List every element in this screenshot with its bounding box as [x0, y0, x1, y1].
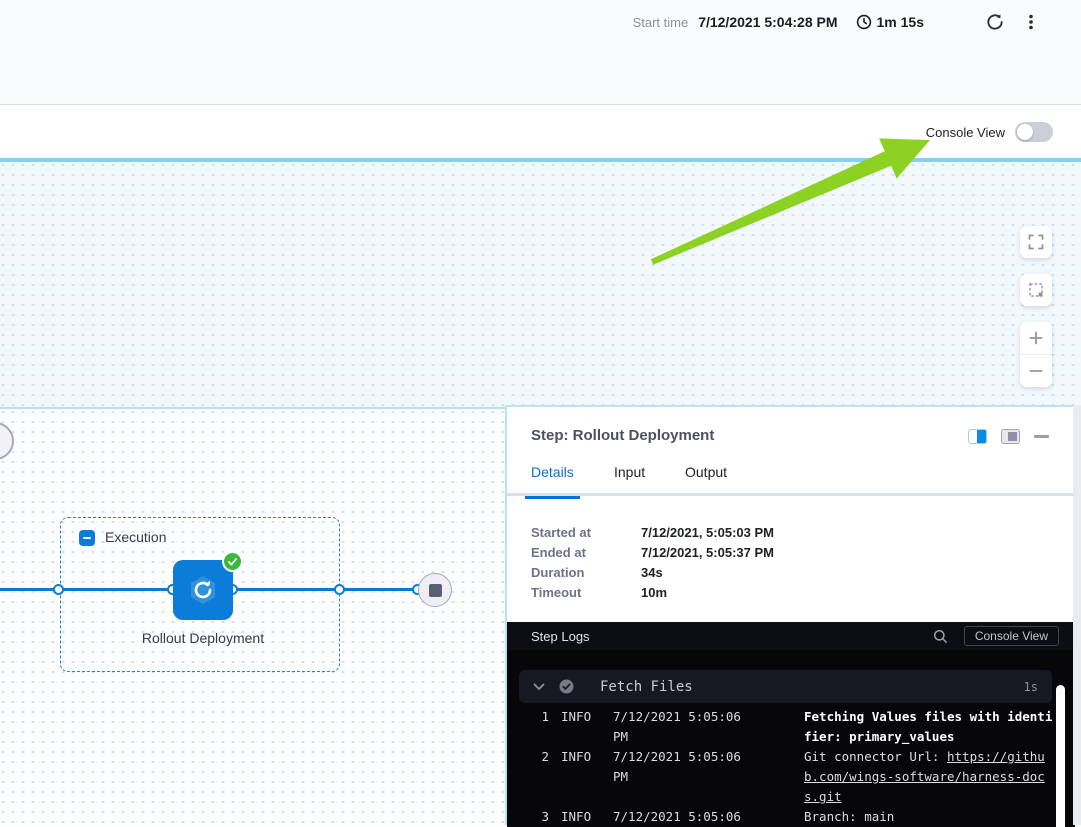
log-message: Git connector Url: https://github.com/wi…: [804, 747, 1053, 807]
chevron-down-icon[interactable]: [533, 683, 545, 691]
hexagon-backdrop: [191, 576, 215, 604]
port-group-out: [334, 584, 345, 595]
console-view-toggle[interactable]: [1015, 122, 1053, 142]
offscreen-node: [0, 422, 14, 460]
detail-row: Started at 7/12/2021, 5:05:03 PM: [531, 522, 774, 542]
panel-view-fill: [1008, 432, 1017, 441]
stop-icon: [429, 584, 442, 597]
log-line: 3 INFO 7/12/2021 5:05:06 PM Branch: main: [507, 807, 1075, 827]
split-view-icon[interactable]: [968, 429, 987, 444]
toggle-knob: [1017, 124, 1033, 140]
console-view-label: Console View: [926, 125, 1005, 140]
log-level: INFO: [561, 747, 605, 807]
console-view-toggle-group: Console View: [926, 106, 1053, 158]
log-level: INFO: [561, 707, 605, 747]
view-toolbar: Console View: [0, 106, 1081, 158]
fit-to-selection-button[interactable]: [1020, 274, 1052, 306]
step-panel-title: Step: Rollout Deployment: [531, 427, 714, 444]
execution-graph-canvas[interactable]: Execution Rollout Deployment: [0, 407, 505, 825]
port-group-in: [53, 584, 64, 595]
zoom-in-button[interactable]: [1020, 322, 1052, 354]
kebab-menu-icon[interactable]: [1018, 9, 1044, 35]
detail-value: 7/12/2021, 5:05:03 PM: [641, 525, 774, 540]
success-check-badge: [224, 553, 241, 570]
logs-console-view-button[interactable]: Console View: [964, 626, 1059, 646]
log-timestamp: 7/12/2021 5:05:06 PM: [613, 807, 763, 827]
panel-scrollbar-track[interactable]: [1073, 405, 1081, 825]
log-group-duration: 1s: [1024, 680, 1038, 694]
zoom-controls: [1020, 322, 1052, 387]
step-logs-section: Step Logs Console View Fetch Files 1s: [507, 622, 1075, 827]
step-details-panel: Step: Rollout Deployment Details Input O…: [505, 405, 1081, 825]
clock-icon: [856, 14, 872, 30]
minimize-panel-button[interactable]: [1034, 435, 1049, 438]
start-time-label: Start time: [633, 15, 689, 30]
step-details-grid: Started at 7/12/2021, 5:05:03 PM Ended a…: [531, 522, 774, 602]
panel-actions: [968, 429, 1049, 444]
detail-value: 10m: [641, 585, 667, 600]
rollout-deployment-node[interactable]: [173, 560, 233, 620]
log-lines: 1 INFO 7/12/2021 5:05:06 PM Fetching Val…: [507, 707, 1075, 827]
group-label: Execution: [105, 529, 166, 545]
log-scrollbar-thumb[interactable]: [1056, 685, 1065, 827]
log-line: 2 INFO 7/12/2021 5:05:06 PM Git connecto…: [507, 747, 1075, 807]
tab-output[interactable]: Output: [685, 464, 727, 496]
log-level: INFO: [561, 807, 605, 827]
detail-value: 34s: [641, 565, 663, 580]
logs-actions: Console View: [933, 626, 1059, 646]
tab-input[interactable]: Input: [614, 464, 645, 496]
log-group-fetch-files[interactable]: Fetch Files 1s: [519, 670, 1052, 703]
fullscreen-button[interactable]: [1020, 226, 1052, 258]
pipeline-end-node[interactable]: [418, 573, 452, 607]
detail-row: Ended at 7/12/2021, 5:05:37 PM: [531, 542, 774, 562]
step-logs-header: Step Logs Console View: [507, 622, 1075, 650]
detail-label: Started at: [531, 525, 641, 540]
elapsed-duration: 1m 15s: [856, 14, 924, 30]
detail-value: 7/12/2021, 5:05:37 PM: [641, 545, 774, 560]
log-timestamp: 7/12/2021 5:05:06 PM: [613, 747, 763, 807]
log-message-prefix: Git connector Url:: [804, 749, 947, 764]
start-time-value: 7/12/2021 5:04:28 PM: [698, 14, 837, 30]
log-message: Fetching Values files with identifier: p…: [804, 707, 1053, 747]
log-group-name: Fetch Files: [600, 679, 693, 695]
log-line-number: 3: [535, 807, 549, 827]
step-panel-tabs: Details Input Output: [507, 464, 1081, 496]
collapse-group-button[interactable]: [79, 530, 95, 546]
elapsed-text: 1m 15s: [877, 14, 924, 30]
stage-graph-canvas[interactable]: [0, 162, 1081, 407]
step-logs-title: Step Logs: [531, 629, 590, 644]
detail-row: Duration 34s: [531, 562, 774, 582]
detail-label: Timeout: [531, 585, 641, 600]
minus-icon: [83, 537, 91, 539]
check-circle-icon: [559, 679, 574, 694]
node-label: Rollout Deployment: [103, 627, 303, 649]
search-icon[interactable]: [933, 629, 948, 644]
log-line-number: 1: [535, 707, 549, 747]
refresh-button[interactable]: [982, 9, 1008, 35]
zoom-out-button[interactable]: [1020, 354, 1052, 387]
detail-label: Ended at: [531, 545, 641, 560]
detail-row: Timeout 10m: [531, 582, 774, 602]
execution-time-row: Start time 7/12/2021 5:04:28 PM 1m 15s: [633, 9, 1044, 35]
log-timestamp: 7/12/2021 5:05:06 PM: [613, 707, 763, 747]
log-line-number: 2: [535, 747, 549, 807]
tab-details[interactable]: Details: [531, 464, 574, 496]
detail-label: Duration: [531, 565, 641, 580]
log-line: 1 INFO 7/12/2021 5:05:06 PM Fetching Val…: [507, 707, 1075, 747]
log-message: Branch: main: [804, 807, 1053, 827]
split-view-fill: [977, 430, 986, 443]
top-header: Start time 7/12/2021 5:04:28 PM 1m 15s: [0, 0, 1081, 105]
panel-view-icon[interactable]: [1001, 429, 1020, 444]
logs-body[interactable]: Fetch Files 1s 1 INFO 7/12/2021 5:05:06 …: [507, 650, 1075, 827]
